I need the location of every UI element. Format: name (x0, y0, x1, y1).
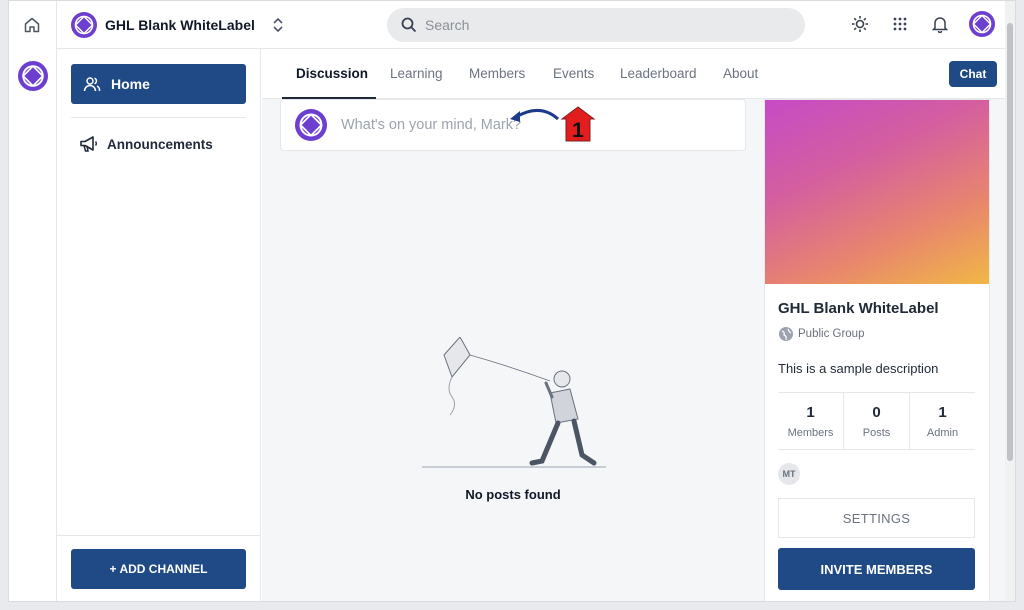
group-cover-image (765, 100, 989, 284)
stat-value: 0 (872, 403, 881, 421)
member-avatar[interactable]: MT (778, 463, 800, 485)
stat-label: Admin (926, 426, 959, 439)
invite-members-button[interactable]: INVITE MEMBERS (778, 548, 975, 590)
stat-label: Members (787, 426, 834, 439)
group-title: GHL Blank WhiteLabel (778, 300, 939, 317)
tab-discussion[interactable]: Discussion (296, 66, 368, 81)
search-input[interactable] (425, 17, 785, 33)
scrollbar-thumb[interactable] (1007, 23, 1013, 461)
logo-icon (71, 12, 97, 38)
tab-bar: Discussion Learning Members Events Leade… (262, 49, 1015, 99)
megaphone-icon (80, 136, 98, 152)
tab-about[interactable]: About (723, 66, 758, 81)
stat-value: 1 (806, 403, 815, 421)
bell-icon[interactable] (929, 13, 951, 35)
search-icon (401, 17, 417, 33)
top-bar: GHL Blank WhiteLabel (9, 1, 1015, 49)
empty-state-text: No posts found (465, 487, 561, 502)
tab-events[interactable]: Events (553, 66, 594, 81)
stat-value: 1 (938, 403, 947, 421)
sidebar-item-label: Home (111, 76, 150, 92)
annotation-arrow: 1 (510, 106, 596, 142)
chat-button[interactable]: Chat (949, 61, 997, 87)
group-type-label: Public Group (798, 328, 865, 340)
group-description: This is a sample description (778, 361, 939, 376)
logo-icon[interactable] (18, 61, 48, 91)
annotation-step: 1 (572, 119, 584, 142)
group-privacy: Public Group (778, 326, 864, 342)
grid-icon[interactable] (889, 13, 911, 35)
chevron-up-down-icon (273, 17, 283, 33)
divider (71, 117, 246, 118)
scrollbar[interactable] (1005, 1, 1015, 601)
stat-admin: 1 Admin (909, 393, 975, 449)
tab-members[interactable]: Members (469, 66, 525, 81)
stat-label: Posts (862, 426, 891, 439)
globe-icon (779, 327, 793, 341)
search-bar[interactable] (387, 8, 805, 42)
home-icon[interactable] (21, 14, 43, 36)
avatar-icon (295, 109, 327, 141)
main-content: Discussion Learning Members Events Leade… (262, 49, 1015, 601)
users-icon (83, 77, 101, 92)
app-window: GHL Blank WhiteLabel Search Home Announc… (8, 0, 1016, 602)
sidebar-item-home[interactable]: Home (71, 64, 246, 104)
left-rail (9, 1, 57, 601)
add-channel-button[interactable]: + ADD CHANNEL (71, 549, 246, 589)
settings-button[interactable]: SETTINGS (778, 498, 975, 538)
composer-placeholder: What's on your mind, Mark? (341, 117, 522, 133)
avatar-icon[interactable] (969, 11, 995, 37)
stat-posts: 0 Posts (843, 393, 909, 449)
tab-leaderboard[interactable]: Leaderboard (620, 66, 697, 81)
top-actions (849, 11, 995, 37)
channel-sidebar: Home Announcements + ADD CHANNEL (57, 49, 261, 601)
workspace-name: GHL Blank WhiteLabel (105, 17, 255, 33)
sidebar-item-label: Announcements (107, 136, 213, 152)
workspace-switcher[interactable]: GHL Blank WhiteLabel (71, 12, 285, 38)
sun-icon[interactable] (849, 13, 871, 35)
stat-members: 1 Members (778, 393, 843, 449)
sidebar-item-announcements[interactable]: Announcements (79, 135, 213, 153)
kite-illustration (422, 337, 606, 468)
group-info-card: GHL Blank WhiteLabel Public Group This i… (764, 99, 990, 601)
group-stats: 1 Members 0 Posts 1 Admin (778, 392, 975, 450)
divider (57, 535, 260, 536)
tab-learning[interactable]: Learning (390, 66, 443, 81)
